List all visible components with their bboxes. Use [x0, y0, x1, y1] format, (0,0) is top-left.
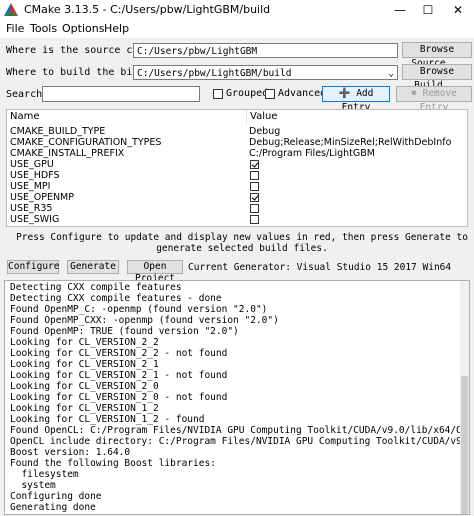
- table-row[interactable]: CMAKE_INSTALL_PREFIX C:/Program Files/Lig…: [7, 148, 467, 159]
- grouped-label: Grouped: [226, 88, 269, 99]
- value-checkbox[interactable]: [250, 193, 259, 202]
- table-row[interactable]: USE_SWIG: [7, 214, 467, 225]
- value-checkbox[interactable]: [250, 182, 259, 191]
- search-input[interactable]: [42, 86, 200, 102]
- window-title: CMake 3.13.5 - C:/Users/pbw/LightGBM/bui…: [24, 3, 271, 16]
- table-row[interactable]: USE_OPENMP: [7, 192, 467, 203]
- current-generator: Current Generator: Visual Studio 15 2017…: [188, 262, 452, 273]
- grouped-checkbox[interactable]: [213, 89, 223, 99]
- log-line: Found OpenMP_CXX: -openmp (found version…: [10, 315, 279, 326]
- log-line: Found OpenMP_C: -openmp (found version "…: [10, 304, 268, 315]
- plus-icon: ➕: [338, 88, 351, 99]
- minimize-icon[interactable]: —: [386, 0, 414, 20]
- table-row[interactable]: CMAKE_CONFIGURATION_TYPES Debug;Release;M…: [7, 137, 467, 148]
- value-checkbox[interactable]: [250, 160, 259, 169]
- menu-options[interactable]: Options: [62, 22, 104, 35]
- build-input-value: C:/Users/pbw/LightGBM/build: [137, 68, 292, 79]
- log-line: OpenCL include directory: C:/Program Fil…: [10, 436, 470, 447]
- table-row[interactable]: USE_R35: [7, 203, 467, 214]
- log-line: filesystem: [10, 469, 79, 480]
- column-header-value[interactable]: Value: [247, 110, 467, 124]
- cmake-logo-icon: [4, 3, 18, 16]
- variable-value[interactable]: Debug: [249, 126, 280, 137]
- log-line: Looking for CL_VERSION_2_1: [10, 359, 159, 370]
- log-line: Looking for CL_VERSION_2_2: [10, 337, 159, 348]
- log-line: Found the following Boost libraries:: [10, 458, 216, 469]
- scrollbar-thumb[interactable]: [461, 376, 468, 514]
- menu-file[interactable]: File: [6, 22, 24, 35]
- variable-name: USE_SWIG: [10, 214, 60, 225]
- variable-name: CMAKE_INSTALL_PREFIX: [10, 148, 125, 159]
- open-project-button[interactable]: Open Project: [127, 260, 183, 284]
- table-row[interactable]: USE_HDFS: [7, 170, 467, 181]
- generate-button[interactable]: Generate: [67, 260, 119, 274]
- add-entry-button[interactable]: ➕ Add Entry: [322, 86, 390, 113]
- variable-name: USE_HDFS: [10, 170, 60, 181]
- remove-entry-button[interactable]: ✖ Remove Entry: [396, 86, 472, 113]
- maximize-icon[interactable]: ☐: [414, 0, 442, 20]
- log-line: Found OpenCL: C:/Program Files/NVIDIA GP…: [10, 425, 470, 436]
- variable-name: CMAKE_BUILD_TYPE: [10, 126, 106, 137]
- log-line: Looking for CL_VERSION_1_2 - found: [10, 414, 205, 425]
- info-text: Press Configure to update and display ne…: [16, 232, 468, 254]
- log-line: Looking for CL_VERSION_2_1 - not found: [10, 370, 228, 381]
- close-icon[interactable]: ✕: [444, 0, 472, 20]
- log-line: Looking for CL_VERSION_2_2 - not found: [10, 348, 228, 359]
- log-line: Detecting CXX compile features: [10, 282, 182, 293]
- remove-icon: ✖: [411, 88, 417, 99]
- log-line: Looking for CL_VERSION_2_0 - not found: [10, 392, 228, 403]
- log-line: Generating done: [10, 502, 96, 513]
- value-checkbox[interactable]: [250, 171, 259, 180]
- chevron-down-icon[interactable]: ⌄: [388, 66, 394, 81]
- log-line: Looking for CL_VERSION_1_2: [10, 403, 159, 414]
- log-line: system: [10, 480, 56, 491]
- cache-table: Name Value CMAKE_BUILD_TYPE Debug CMAKE_CO…: [6, 109, 468, 227]
- configure-button[interactable]: Configure: [7, 260, 59, 274]
- log-line: Configuring done: [10, 491, 102, 502]
- variable-name: CMAKE_CONFIGURATION_TYPES: [10, 137, 162, 148]
- variable-name: USE_OPENMP: [10, 192, 74, 203]
- browse-source-button[interactable]: Browse Source...: [402, 42, 472, 69]
- variable-name: USE_GPU: [10, 159, 54, 170]
- browse-build-button[interactable]: Browse Build...: [402, 64, 472, 91]
- table-row[interactable]: CMAKE_BUILD_TYPE Debug: [7, 126, 467, 137]
- table-row[interactable]: USE_MPI: [7, 181, 467, 192]
- log-scrollbar[interactable]: [460, 281, 469, 514]
- value-checkbox[interactable]: [250, 215, 259, 224]
- variable-name: USE_MPI: [10, 181, 51, 192]
- advanced-label: Advanced: [278, 88, 327, 99]
- variable-name: USE_R35: [10, 203, 53, 214]
- menu-help[interactable]: Help: [104, 22, 129, 35]
- log-line: Found OpenMP: TRUE (found version "2.0"): [10, 326, 239, 337]
- column-header-name[interactable]: Name: [7, 110, 247, 124]
- build-input[interactable]: C:/Users/pbw/LightGBM/build ⌄: [133, 65, 398, 80]
- menu-bar: File Tools Options Help: [0, 20, 474, 38]
- variable-value[interactable]: C:/Program Files/LightGBM: [249, 148, 375, 159]
- value-checkbox[interactable]: [250, 204, 259, 213]
- log-line: Detecting CXX compile features - done: [10, 293, 222, 304]
- menu-tools[interactable]: Tools: [30, 22, 57, 35]
- title-bar: CMake 3.13.5 - C:/Users/pbw/LightGBM/bui…: [0, 0, 474, 20]
- variable-value[interactable]: Debug;Release;MinSizeRel;RelWithDebInfo: [249, 137, 451, 148]
- log-line: Looking for CL_VERSION_2_0: [10, 381, 159, 392]
- table-row[interactable]: USE_GPU: [7, 159, 467, 170]
- log-line: Boost version: 1.64.0: [10, 447, 131, 458]
- advanced-checkbox[interactable]: [265, 89, 275, 99]
- output-log: Detecting CXX compile features Detecting …: [4, 280, 470, 515]
- source-input[interactable]: C:/Users/pbw/LightGBM: [133, 43, 398, 58]
